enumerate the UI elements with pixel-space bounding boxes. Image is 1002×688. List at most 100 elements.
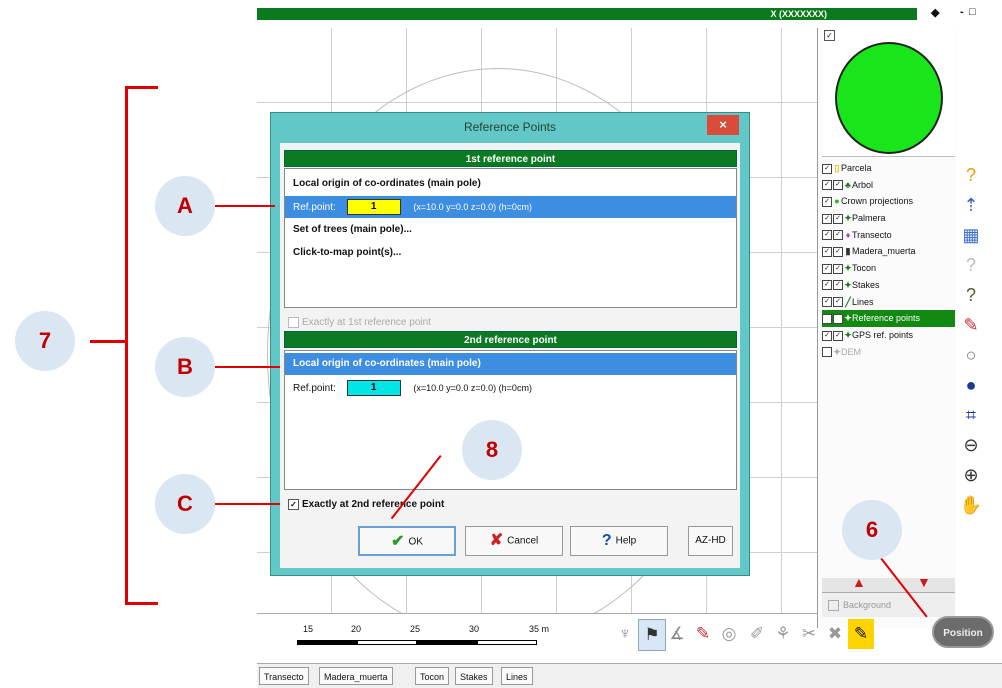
layer-symbol-icon: ▮: [845, 246, 851, 257]
zoom-extent-icon[interactable]: ⌗: [955, 400, 987, 430]
annotation-8: 8: [462, 420, 522, 480]
layer-symbol-icon: ✦: [844, 329, 852, 340]
layer-symbol-icon: ✦: [844, 263, 852, 274]
second-option-local-origin[interactable]: Local origin of co-ordinates (main pole): [285, 353, 736, 375]
first-option-local-origin[interactable]: Local origin of co-ordinates (main pole): [285, 173, 736, 195]
tab-madera-muerta[interactable]: Madera_muerta: [319, 667, 393, 685]
close-button[interactable]: ×: [707, 115, 739, 135]
layer-name: Transecto: [852, 229, 892, 240]
exact-second-checkbox[interactable]: ✓ Exactly at 2nd reference point: [288, 499, 444, 510]
layer-row[interactable]: ✓ ✓ ╱Lines: [822, 294, 955, 311]
layer-visibility-checkbox[interactable]: ✓: [822, 247, 832, 258]
layer-row[interactable]: ✓ ✓ ▮ Madera_muerta: [822, 243, 955, 260]
annotation-6: 6: [842, 500, 902, 560]
first-refpoint-input[interactable]: 1: [346, 199, 401, 216]
move-up-icon[interactable]: ▲: [852, 574, 866, 590]
help-icon[interactable]: ?: [955, 160, 987, 190]
layer-visibility-checkbox[interactable]: ✓: [822, 180, 832, 191]
layer-visibility-checkbox[interactable]: [822, 347, 832, 358]
pointer-b-line: [215, 366, 280, 368]
preview-checkbox[interactable]: ✓: [824, 30, 835, 41]
select-tool-icon[interactable]: ⚑: [638, 619, 666, 651]
layer-visibility-checkbox[interactable]: ✓: [833, 280, 843, 291]
layer-visibility-checkbox[interactable]: ✓: [822, 330, 832, 341]
annotation-a: A: [155, 176, 215, 236]
title-bar: X (XXXXXXX) ◆ - □: [257, 0, 976, 28]
zoom-in-icon[interactable]: ⊕: [955, 460, 987, 490]
layer-visibility-checkbox[interactable]: ✓: [833, 180, 843, 191]
layer-visibility-checkbox[interactable]: ✓: [822, 297, 832, 308]
move-down-icon[interactable]: ▼: [917, 574, 931, 590]
layer-visibility-checkbox[interactable]: ✓: [833, 263, 843, 274]
cancel-button[interactable]: ✘ Cancel: [465, 526, 563, 556]
query-icon[interactable]: ?: [955, 250, 987, 280]
globe-icon[interactable]: ●: [955, 370, 987, 400]
crown-preview: ✓: [822, 28, 955, 157]
tab-stakes[interactable]: Stakes: [455, 667, 493, 685]
first-option-click-to-map[interactable]: Click-to-map point(s)...: [285, 242, 736, 264]
zoom-out-icon[interactable]: ⊖: [955, 430, 987, 460]
layer-row[interactable]: ✓ ✓ ♦ Transecto: [822, 227, 955, 244]
position-button[interactable]: Position: [932, 616, 994, 648]
tab-lines[interactable]: Lines: [501, 667, 533, 685]
exact-first-box[interactable]: [288, 317, 299, 328]
layer-row[interactable]: ✓ ●Crown projections: [822, 193, 955, 210]
identify-icon[interactable]: ?: [955, 280, 987, 310]
layer-row[interactable]: ✓ ▯ Parcela: [822, 160, 955, 177]
layer-visibility-checkbox[interactable]: ✓: [833, 313, 843, 324]
layer-visibility-checkbox[interactable]: ✓: [822, 213, 832, 224]
table-icon[interactable]: ▦: [955, 220, 987, 250]
measure-tool-icon[interactable]: ∡: [664, 619, 690, 649]
exact-second-box[interactable]: ✓: [288, 499, 299, 510]
pan-hand-icon[interactable]: ✋: [955, 490, 987, 520]
layer-visibility-checkbox[interactable]: ✓: [822, 163, 832, 174]
first-option-set-of-trees[interactable]: Set of trees (main pole)...: [285, 219, 736, 241]
dialog-title: Reference Points: [463, 120, 557, 134]
edit-tool-icon[interactable]: ✐: [744, 619, 770, 649]
layer-name: Lines: [852, 296, 874, 307]
layer-visibility-checkbox[interactable]: ✓: [822, 230, 832, 241]
layer-row[interactable]: ✓ ✓ ✦Reference points: [822, 310, 955, 327]
background-label: Background: [843, 600, 892, 610]
branch-tool-icon[interactable]: ⚘: [770, 619, 796, 649]
layer-row[interactable]: ✓ ✓ ✦Palmera: [822, 210, 955, 227]
second-refpoint-input[interactable]: 1: [346, 380, 401, 397]
first-refpoint-row[interactable]: Ref.point: 1 (x=10.0 y=0.0 z=0.0) (h=0cm…: [285, 196, 736, 218]
ok-button[interactable]: ✔ OK: [358, 526, 456, 556]
layer-row[interactable]: ✦DEM: [822, 344, 955, 361]
layer-visibility-checkbox[interactable]: ✓: [822, 313, 832, 324]
second-refpoint-row[interactable]: Ref.point: 1 (x=10.0 y=0.0 z=0.0) (h=0cm…: [285, 377, 736, 399]
layer-row[interactable]: ✓ ✓ ✦Stakes: [822, 277, 955, 294]
draw-tool-icon[interactable]: ✎: [690, 619, 716, 649]
tree-tool-icon[interactable]: ♆: [612, 619, 638, 649]
layer-visibility-checkbox[interactable]: ✓: [833, 297, 843, 308]
help-button[interactable]: ? Help: [570, 526, 668, 556]
layer-symbol-icon: ♣: [845, 179, 851, 190]
tab-tocon[interactable]: Tocon: [415, 667, 450, 685]
layer-visibility-checkbox[interactable]: ✓: [833, 230, 843, 241]
delete-branch-icon[interactable]: ✂: [796, 619, 822, 649]
tab-transecto[interactable]: Transecto: [259, 667, 309, 685]
az-hd-button[interactable]: AZ-HD: [688, 526, 733, 556]
tree-height-icon[interactable]: ⇡: [955, 190, 987, 220]
crown-tool-icon[interactable]: ◎: [716, 619, 742, 649]
layer-visibility-checkbox[interactable]: ✓: [822, 197, 832, 207]
layer-row[interactable]: ✓ ✓ ✦Tocon: [822, 260, 955, 277]
pen-icon[interactable]: ✎: [955, 310, 987, 340]
layer-visibility-checkbox[interactable]: ✓: [833, 213, 843, 224]
layer-visibility-checkbox[interactable]: ✓: [833, 247, 843, 258]
layer-visibility-checkbox[interactable]: ✓: [833, 330, 843, 341]
layer-row[interactable]: ✓ ✓ ♣Arbol: [822, 177, 955, 194]
layer-row[interactable]: ✓ ✓ ✦GPS ref. points: [822, 327, 955, 344]
reference-tool-icon[interactable]: ✎: [848, 619, 874, 649]
minimize-button[interactable]: -: [960, 6, 964, 18]
restore-button[interactable]: □: [969, 6, 976, 18]
layer-visibility-checkbox[interactable]: ✓: [822, 280, 832, 291]
pin-button[interactable]: ◆: [931, 6, 939, 19]
crown-icon[interactable]: ○: [955, 340, 987, 370]
question-icon: ?: [601, 532, 612, 549]
layer-order-arrows: ▲ ▼: [822, 574, 955, 592]
close-tool-icon[interactable]: ✖: [822, 619, 848, 649]
layer-visibility-checkbox[interactable]: ✓: [822, 263, 832, 274]
exact-first-checkbox[interactable]: Exactly at 1st reference point: [288, 317, 431, 328]
